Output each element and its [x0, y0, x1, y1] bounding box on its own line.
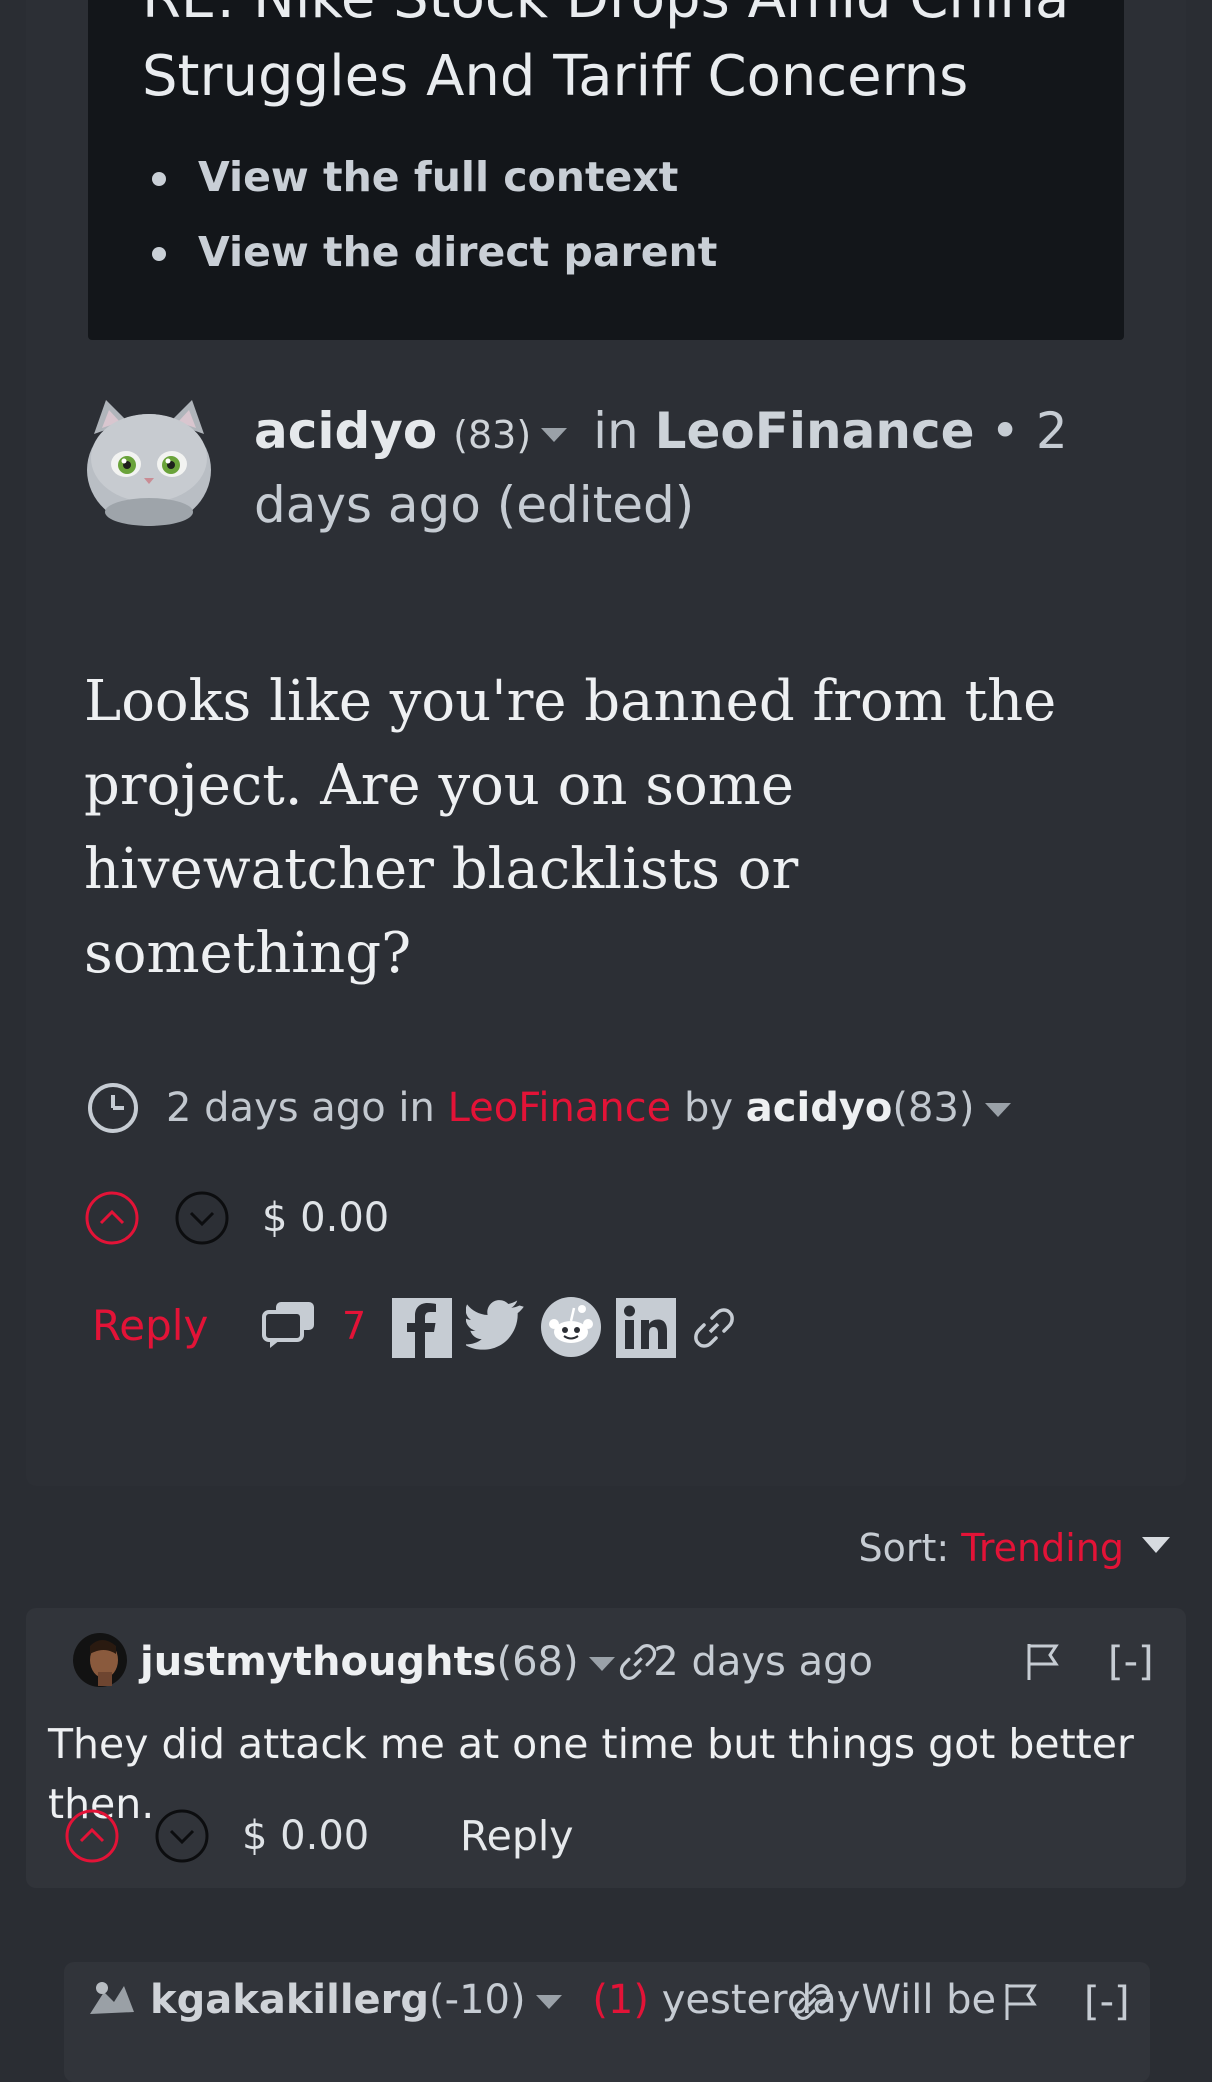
view-full-context-link[interactable]: View the full context: [142, 140, 717, 215]
comment-card: justmythoughts(68) 2 days ago [-] They d…: [26, 1608, 1186, 1888]
commenter-2-caret-icon[interactable]: [535, 1995, 562, 2009]
comment-card-2: kgakakillerg(-10) (1) yesterday · Will b…: [64, 1962, 1150, 2082]
meta-community-link[interactable]: LeoFinance: [448, 1085, 672, 1131]
comment-2-link-icon[interactable]: [792, 1982, 832, 2022]
comment-vote-row: $ 0.00 Reply: [64, 1806, 664, 1866]
flag-icon[interactable]: [1026, 1642, 1060, 1680]
link-icon[interactable]: [692, 1306, 736, 1350]
commenter-2-name[interactable]: kgakakillerg: [150, 1977, 429, 2023]
comment-age[interactable]: 2 days ago: [653, 1639, 873, 1685]
comment-downvote-icon[interactable]: [154, 1808, 210, 1864]
upvote-icon[interactable]: [84, 1190, 140, 1246]
sort-dropdown-icon[interactable]: [1142, 1536, 1170, 1553]
meta-in-label: in: [398, 1085, 435, 1131]
collapse-toggle-2[interactable]: [-]: [1084, 1974, 1130, 2030]
commenter-2-avatar[interactable]: [84, 1974, 138, 2028]
context-links: View the full context View the direct pa…: [142, 140, 717, 290]
reddit-icon[interactable]: [540, 1296, 602, 1358]
post-payout[interactable]: $ 0.00: [262, 1188, 389, 1248]
twitter-icon[interactable]: [466, 1300, 524, 1352]
commenter-caret-icon[interactable]: [588, 1657, 615, 1671]
meta-author-link[interactable]: acidyo: [746, 1085, 893, 1131]
meta-by-label: by: [684, 1085, 734, 1131]
comment-payout[interactable]: $ 0.00: [242, 1806, 369, 1866]
post-vote-row: $ 0.00: [84, 1188, 584, 1248]
view-direct-parent-link[interactable]: View the direct parent: [142, 215, 717, 290]
comment-2-extra: · Will be: [836, 1977, 997, 2023]
collapse-toggle[interactable]: [-]: [1108, 1634, 1154, 1690]
post-author-reputation: (83): [453, 413, 532, 457]
commenter-avatar[interactable]: [72, 1632, 128, 1688]
reply-button[interactable]: Reply: [92, 1296, 208, 1356]
downvote-icon[interactable]: [174, 1190, 230, 1246]
author-avatar[interactable]: [82, 394, 216, 532]
facebook-icon[interactable]: [392, 1298, 452, 1358]
context-box: RE: Nike Stock Drops Amid China Struggle…: [88, 0, 1124, 340]
meta-age: 2 days ago: [166, 1085, 386, 1131]
post-meta-line: 2 days ago in LeoFinance by acidyo(83): [86, 1080, 1086, 1136]
commenter-reputation: (68): [496, 1639, 579, 1685]
post-in-label: in: [593, 402, 639, 460]
comment-link-icon[interactable]: [618, 1642, 658, 1682]
post-body: Looks like you're banned from the projec…: [84, 669, 1057, 986]
sort-label: Sort:: [858, 1526, 950, 1570]
post-author-line: acidyo (83) in LeoFinance • 2 days ago (…: [254, 396, 1114, 540]
post-separator: •: [990, 402, 1020, 460]
meta-author-reputation: (83): [892, 1085, 975, 1131]
context-title: RE: Nike Stock Drops Amid China Struggle…: [142, 0, 1069, 109]
sort-control[interactable]: Sort: Trending: [859, 1520, 1170, 1576]
comment-upvote-icon[interactable]: [64, 1808, 120, 1864]
post-actions: Reply 7: [92, 1296, 792, 1360]
flag-2-icon[interactable]: [1004, 1982, 1038, 2020]
muted-count: (1): [592, 1977, 649, 2023]
comment-count[interactable]: 7: [342, 1296, 366, 1356]
comment-reply-button[interactable]: Reply: [460, 1806, 574, 1866]
commenter-2-reputation: (-10): [429, 1977, 526, 2023]
author-menu-caret-icon[interactable]: [541, 427, 568, 442]
comments-icon[interactable]: [262, 1300, 316, 1350]
post-community-link[interactable]: LeoFinance: [655, 402, 975, 460]
comment-header: justmythoughts(68) 2 days ago [-]: [46, 1632, 1166, 1692]
commenter-name[interactable]: justmythoughts: [140, 1639, 496, 1685]
clock-icon: [88, 1083, 138, 1133]
post-author-name[interactable]: acidyo: [254, 402, 437, 460]
meta-author-caret-icon[interactable]: [984, 1103, 1011, 1117]
linkedin-icon[interactable]: [616, 1298, 676, 1358]
sort-selected[interactable]: Trending: [961, 1526, 1124, 1570]
